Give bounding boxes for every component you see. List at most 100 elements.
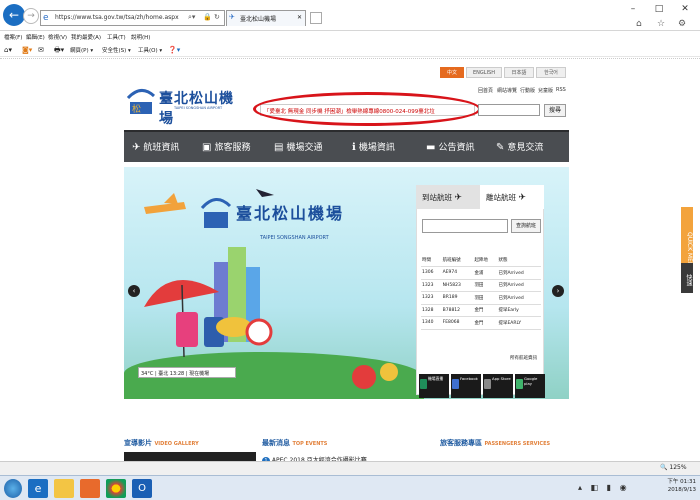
app-label: Google play bbox=[524, 376, 538, 386]
site-search-button[interactable]: 搜尋 bbox=[544, 104, 566, 117]
search-icon[interactable]: ⌕▾ bbox=[188, 13, 195, 22]
link-kids[interactable]: 兒童版 bbox=[538, 87, 553, 94]
tray-icons[interactable]: ▴ ◧ ▮ ◉ bbox=[578, 483, 630, 492]
rss-icon[interactable]: ◙▾ bbox=[22, 46, 32, 54]
start-button[interactable] bbox=[4, 479, 22, 498]
app-store-button[interactable]: App Store bbox=[483, 374, 513, 398]
safety-menu[interactable]: 安全性(S) ▾ bbox=[102, 46, 131, 54]
address-bar[interactable]: e https://www.tsa.gov.tw/tsa/zh/home.asp… bbox=[40, 10, 225, 26]
maximize-icon[interactable]: □ bbox=[646, 0, 672, 18]
taskbar-clock[interactable]: 下午 01:31 2018/9/13 bbox=[654, 478, 696, 494]
quick-link-tab[interactable]: 快速 bbox=[681, 263, 693, 293]
cell: 1306 bbox=[421, 266, 442, 280]
cell: 羽田 bbox=[473, 291, 498, 305]
lang-tab-kr[interactable]: 한국어 bbox=[536, 67, 566, 78]
status-bar bbox=[0, 461, 700, 475]
banner-prev-arrow[interactable]: ‹ bbox=[128, 285, 140, 297]
forward-button[interactable]: → bbox=[23, 8, 39, 24]
app-label: App Store bbox=[492, 376, 511, 381]
app-label: 機場直播 bbox=[428, 376, 444, 381]
airport-emblem-icon: 松 bbox=[126, 89, 156, 115]
home-cmd-icon[interactable]: ⌂▾ bbox=[4, 46, 12, 54]
tab-active[interactable]: ✈ 臺北松山機場 ✕ bbox=[226, 10, 306, 26]
new-tab-button[interactable] bbox=[310, 12, 322, 24]
close-window-icon[interactable]: ✕ bbox=[672, 0, 698, 18]
refresh-icon[interactable]: ↻ bbox=[214, 13, 220, 21]
lock-icon[interactable]: 🔒 bbox=[203, 13, 212, 21]
nav-transport[interactable]: ▤ 機場交通 bbox=[274, 140, 322, 153]
lang-tab-en[interactable]: ENGLISH bbox=[466, 67, 502, 78]
tools-menu[interactable]: 工具(O) ▾ bbox=[138, 46, 162, 54]
zoom-level[interactable]: 🔍 125% bbox=[660, 464, 687, 471]
nav-flight-info[interactable]: ✈ 航班資訊 bbox=[132, 140, 179, 153]
site-search-input[interactable] bbox=[478, 104, 540, 116]
menu-edit[interactable]: 編輯(E) bbox=[26, 33, 45, 41]
section-title-en: VIDEO GALLERY bbox=[154, 441, 199, 447]
link-sitemap[interactable]: 網站導覽 bbox=[497, 87, 517, 94]
minimize-icon[interactable]: – bbox=[620, 0, 646, 18]
menu-file[interactable]: 檔案(F) bbox=[4, 33, 22, 41]
google-play-button[interactable]: Google play bbox=[515, 374, 545, 398]
facebook-icon bbox=[452, 379, 459, 389]
cell: BR189 bbox=[441, 291, 474, 305]
banner-next-arrow[interactable]: › bbox=[552, 285, 564, 297]
table-row[interactable]: 1306 AE974 金浦 已到Arrived bbox=[421, 266, 541, 280]
menu-favorites[interactable]: 我的最愛(A) bbox=[71, 33, 101, 41]
chrome-taskbar-icon[interactable] bbox=[106, 479, 126, 498]
favorites-star-icon[interactable]: ☆ bbox=[657, 19, 665, 29]
link-mobile[interactable]: 行動版 bbox=[520, 87, 535, 94]
zoom-value: 125% bbox=[669, 464, 687, 471]
back-button[interactable]: ← bbox=[3, 4, 25, 26]
explorer-taskbar-icon[interactable] bbox=[54, 479, 74, 498]
zoom-icon: 🔍 bbox=[660, 464, 668, 471]
site-logo[interactable]: 松 臺北松山機場 TAIPEI SONGSHAN AIRPORT bbox=[126, 84, 246, 127]
tab-title: 臺北松山機場 bbox=[240, 16, 277, 23]
live-stream-button[interactable]: 機場直播 bbox=[419, 374, 449, 398]
windows-taskbar: e O ▴ ◧ ▮ ◉ bbox=[0, 475, 700, 500]
menu-bar: 檔案(F) 編輯(E) 檢視(V) 我的最愛(A) 工具(T) 說明(H) bbox=[0, 31, 700, 43]
departure-plane-icon: ✈ bbox=[518, 193, 526, 203]
table-header-row: 時間 航班編號 起降地 狀態 bbox=[421, 254, 541, 267]
print-icon[interactable]: 🖶▾ bbox=[54, 46, 64, 57]
tab-arrivals[interactable]: 到站航班 ✈ bbox=[416, 185, 480, 209]
nav-passenger-services[interactable]: ▣ 旅客服務 bbox=[202, 140, 250, 153]
video-thumbnail[interactable] bbox=[124, 452, 256, 461]
flight-search-input[interactable] bbox=[422, 219, 508, 233]
arrival-plane-icon: ✈ bbox=[454, 193, 462, 203]
nav-announcements[interactable]: ▬ 公告資訊 bbox=[426, 140, 474, 153]
nav-feedback[interactable]: ✎ 意見交流 bbox=[496, 140, 543, 153]
help-icon[interactable]: ❓▾ bbox=[168, 46, 180, 54]
menu-help[interactable]: 說明(H) bbox=[131, 33, 150, 41]
section-video[interactable]: 宣導影片 VIDEO GALLERY bbox=[124, 438, 199, 448]
flight-query-button[interactable]: 查詢航班 bbox=[511, 219, 541, 233]
tab-departures[interactable]: 離站航班 ✈ bbox=[480, 185, 544, 209]
cell: 1323 bbox=[421, 291, 442, 305]
folder-icon: ▬ bbox=[426, 142, 436, 153]
ie-taskbar-icon[interactable]: e bbox=[28, 479, 48, 498]
table-row[interactable]: 1323 BR189 羽田 已到Arrived bbox=[421, 291, 541, 305]
nav-label: 航班資訊 bbox=[143, 143, 180, 153]
section-news[interactable]: 最新消息 TOP EVENTS bbox=[262, 438, 327, 448]
facebook-button[interactable]: Facebook bbox=[451, 374, 481, 398]
lang-tab-jp[interactable]: 日本語 bbox=[504, 67, 534, 78]
lang-tab-zh[interactable]: 中文 bbox=[440, 67, 464, 78]
table-row[interactable]: 1323 NH5823 羽田 已到Arrived bbox=[421, 279, 541, 292]
table-row[interactable]: 1340 FE8068 金門 提早EARLY bbox=[421, 316, 541, 330]
cell: FE8068 bbox=[441, 316, 474, 330]
menu-view[interactable]: 檢視(V) bbox=[48, 33, 67, 41]
page-menu[interactable]: 網頁(P) ▾ bbox=[70, 46, 93, 54]
link-home[interactable]: 回首頁 bbox=[478, 87, 493, 94]
all-flights-link[interactable]: 所有航班資訊 bbox=[510, 355, 537, 361]
link-rss[interactable]: RSS bbox=[556, 87, 566, 93]
table-row[interactable]: 1328 B78812 金門 提早Early bbox=[421, 304, 541, 317]
ie-icon: e bbox=[43, 13, 49, 23]
mail-icon[interactable]: ✉ bbox=[38, 46, 44, 54]
settings-gear-icon[interactable]: ⚙ bbox=[678, 19, 686, 29]
outlook-taskbar-icon[interactable]: O bbox=[132, 479, 152, 498]
menu-tools[interactable]: 工具(T) bbox=[107, 33, 126, 41]
close-tab-icon[interactable]: ✕ bbox=[297, 14, 302, 21]
home-icon[interactable]: ⌂ bbox=[636, 19, 642, 29]
section-passenger[interactable]: 旅客服務專區 PASSENGERS SERVICES bbox=[440, 438, 550, 448]
media-player-taskbar-icon[interactable] bbox=[80, 479, 100, 498]
nav-airport-info[interactable]: ℹ 機場資訊 bbox=[352, 140, 395, 153]
